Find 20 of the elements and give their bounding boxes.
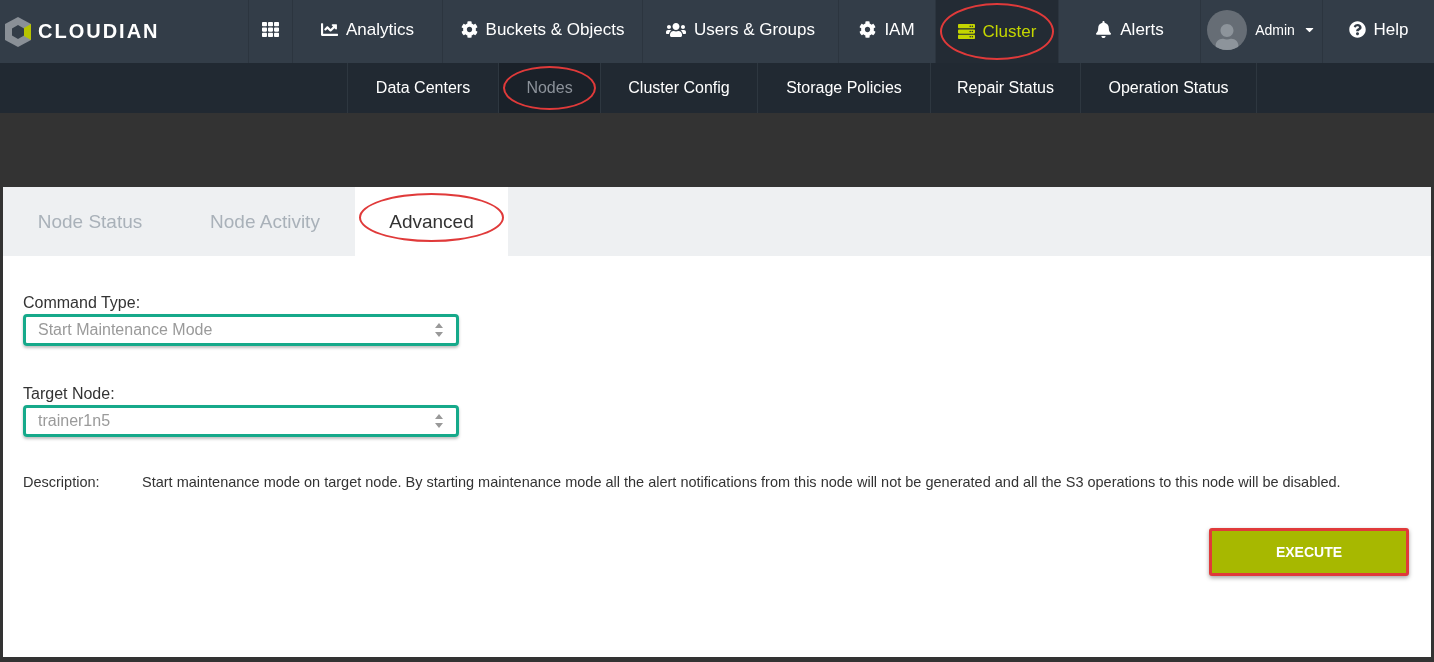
description-text: Start maintenance mode on target node. By starting maintenance mode all the alert notifications from this node will not be generated and all the S3 operations to this node will be disabled. xyxy=(142,473,1342,492)
help-icon xyxy=(1348,21,1366,38)
line-chart-icon xyxy=(321,21,338,38)
logo-icon xyxy=(4,15,32,48)
nav-item[interactable]: Cluster xyxy=(935,0,1058,63)
sort-arrows-icon xyxy=(434,413,444,429)
sort-arrows-icon xyxy=(434,322,444,338)
grid-icon xyxy=(262,21,279,38)
description-label: Description: xyxy=(23,473,101,492)
brand-name: CLOUDIAN xyxy=(38,20,160,43)
bell-icon xyxy=(1095,21,1113,38)
nav-item[interactable]: Admin xyxy=(1200,0,1322,63)
gear-icon xyxy=(460,21,478,38)
avatar-icon xyxy=(1207,9,1248,50)
field-label: Target Node: xyxy=(23,385,116,403)
subnav-item[interactable]: Nodes xyxy=(498,63,600,113)
server-icon xyxy=(957,23,975,40)
gear-icon xyxy=(859,21,877,38)
field-label: Command Type: xyxy=(23,294,142,312)
tab[interactable]: Advanced xyxy=(355,187,508,256)
